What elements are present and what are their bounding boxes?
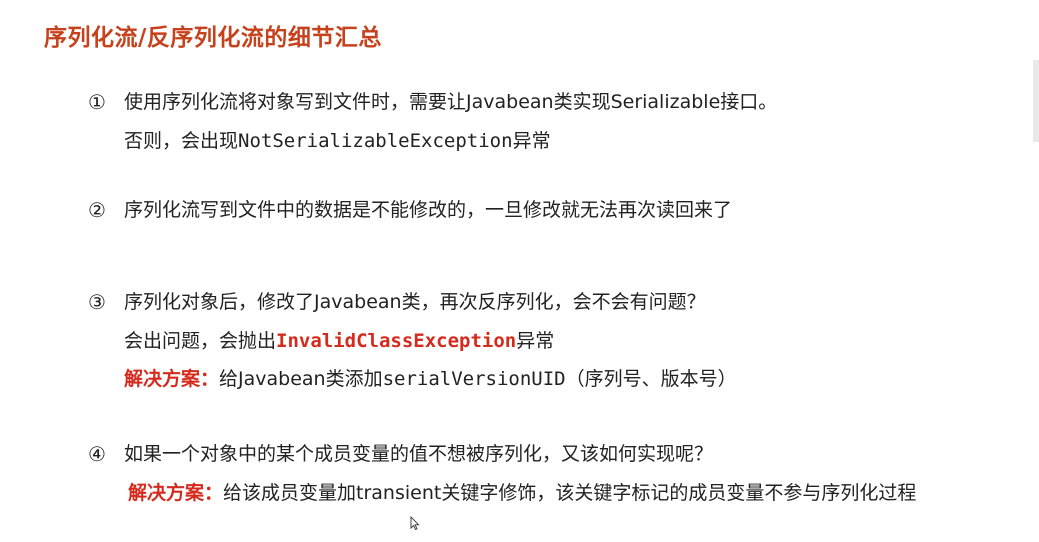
item-1-text: 使用序列化流将对象写到文件时，需要让Javabean类实现Serializabl… [124,91,778,113]
item-1-sub-prefix: 否则，会出现 [124,130,239,152]
item-3-subline: 会出问题，会抛出InvalidClassException异常 [124,328,554,354]
item-4-number: ④ [88,442,106,466]
item-3-solution-code: serialVersionUID [382,368,566,390]
item-3-sub-code: InvalidClassException [276,330,517,352]
item-1-number: ① [88,90,106,114]
item-3-sub-prefix: 会出问题，会抛出 [124,330,277,352]
item-3-solution-prefix: 给Javabean类添加 [219,368,383,390]
item-4-solution: 解决方案：给该成员变量加transient关键字修饰，该关键字标记的成员变量不参… [128,480,916,506]
scrollbar[interactable] [1033,60,1039,142]
mouse-cursor-icon [410,516,420,530]
item-4-text: 如果一个对象中的某个成员变量的值不想被序列化，又该如何实现呢？ [124,443,714,465]
page-title: 序列化流/反序列化流的细节汇总 [44,25,382,51]
item-3-number: ③ [88,290,106,314]
item-3-sub-suffix: 异常 [516,330,555,352]
item-4-solution-label: 解决方案： [128,482,224,504]
item-1-sub-suffix: 异常 [512,130,551,152]
item-1-sub-code: NotSerializableException [238,130,513,152]
item-3-solution-suffix: （序列号、版本号） [565,368,737,390]
item-4-solution-text: 给该成员变量加transient关键字修饰，该关键字标记的成员变量不参与序列化过… [223,482,917,504]
item-3-solution: 解决方案：给Javabean类添加serialVersionUID（序列号、版本… [124,366,737,392]
item-3-text: 序列化对象后，修改了Javabean类，再次反序列化，会不会有问题？ [124,291,706,313]
item-1-subline: 否则，会出现NotSerializableException异常 [124,128,551,154]
item-3-solution-label: 解决方案： [124,368,220,390]
item-2-text: 序列化流写到文件中的数据是不能修改的，一旦修改就无法再次读回来了 [124,199,733,221]
item-2-number: ② [88,198,106,222]
